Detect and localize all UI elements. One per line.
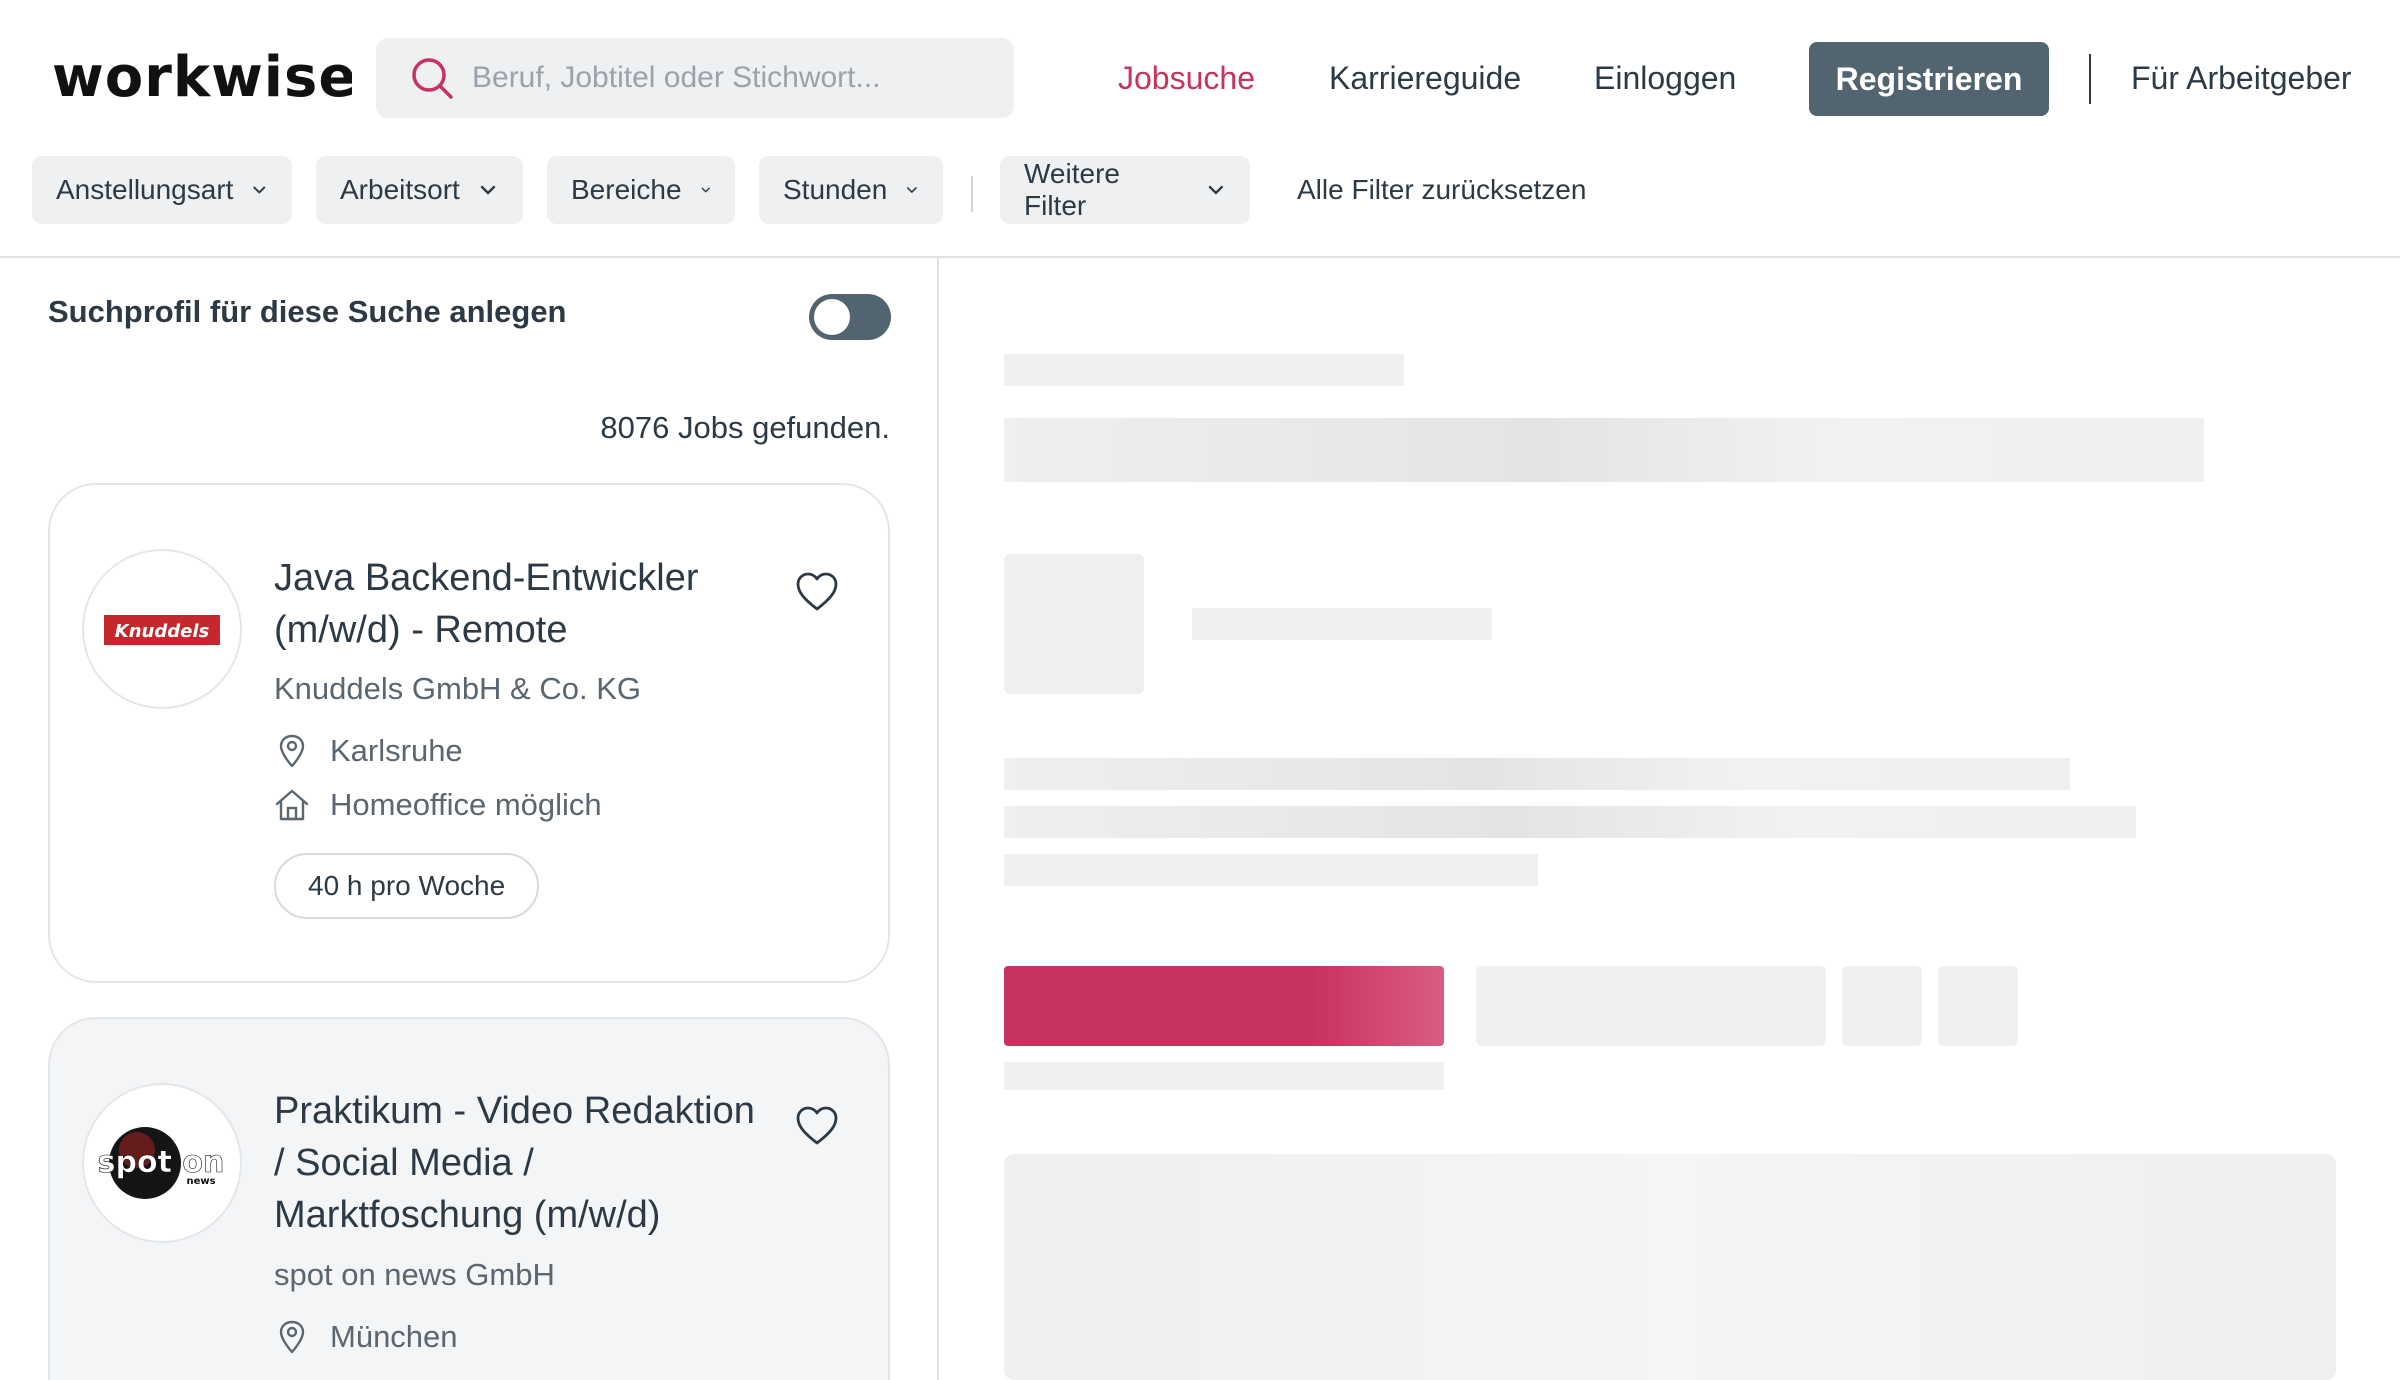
job-location: München: [274, 1319, 458, 1355]
skeleton-title: [1004, 418, 2204, 482]
svg-text:news: news: [186, 1176, 215, 1187]
filter-bereiche[interactable]: Bereiche: [547, 156, 735, 224]
header: workwise Jobsuche Karriereguide Einlogge…: [0, 0, 2400, 224]
skeleton-apply-button: [1004, 966, 1444, 1046]
job-card[interactable]: spot on news Praktikum - Video Redaktion…: [48, 1017, 890, 1380]
skeleton-icon-button: [1842, 966, 1922, 1046]
nav-karriereguide[interactable]: Karriereguide: [1329, 38, 1521, 118]
nav-einloggen[interactable]: Einloggen: [1594, 38, 1736, 118]
svg-text:workwise: workwise: [52, 48, 352, 108]
search-profile-toggle[interactable]: [809, 294, 891, 340]
job-title-line: Java Backend-Entwickler: [274, 557, 699, 599]
filter-divider: [971, 176, 973, 212]
job-title[interactable]: Java Backend-Entwickler (m/w/d) - Remote: [274, 552, 794, 656]
skeleton-line: [1004, 354, 1404, 386]
filter-arbeitsort[interactable]: Arbeitsort: [316, 156, 523, 224]
filter-label: Weitere Filter: [1024, 158, 1120, 221]
panel-divider: [937, 258, 939, 1380]
skeleton-logo: [1004, 554, 1144, 694]
heart-icon[interactable]: [794, 569, 840, 615]
company-logo: spot on news: [82, 1083, 242, 1243]
search-bar[interactable]: [376, 38, 1014, 118]
chevron-down-icon: [701, 187, 710, 193]
job-title-line: Marktfoschung (m/w/d): [274, 1194, 661, 1236]
job-homeoffice: Homeoffice möglich: [274, 787, 602, 823]
skeleton-line: [1004, 758, 2070, 790]
location-text: Karlsruhe: [330, 733, 463, 768]
nav-divider: [2089, 54, 2091, 104]
nav-jobsuche[interactable]: Jobsuche: [1118, 38, 1255, 118]
reset-filters-link[interactable]: Alle Filter zurücksetzen: [1297, 156, 1586, 224]
skeleton-line: [1004, 854, 1538, 886]
job-title-line: / Social Media /: [274, 1142, 534, 1184]
job-location: Karlsruhe: [274, 733, 463, 769]
filter-label: Arbeitsort: [340, 174, 460, 205]
chevron-down-icon: [480, 185, 496, 195]
location-pin-icon: [279, 1320, 305, 1354]
heart-icon[interactable]: [794, 1103, 840, 1149]
company-logo: Knuddels: [82, 549, 242, 709]
location-text: München: [330, 1319, 458, 1354]
company-name: spot on news GmbH: [274, 1257, 555, 1292]
skeleton-button: [1476, 966, 1826, 1046]
filter-label: Stunden: [783, 174, 888, 205]
job-card[interactable]: Knuddels Java Backend-Entwickler (m/w/d)…: [48, 483, 890, 983]
skeleton-icon-button: [1938, 966, 2018, 1046]
filter-anstellungsart[interactable]: Anstellungsart: [32, 156, 292, 224]
jobs-count: 8076 Jobs gefunden.: [600, 410, 890, 445]
search-icon: [412, 58, 453, 99]
job-title-line: (m/w/d) - Remote: [274, 609, 568, 651]
job-title-line: Praktikum - Video Redaktion: [274, 1090, 755, 1132]
svg-text:Knuddels: Knuddels: [115, 621, 210, 642]
register-button[interactable]: Registrieren: [1809, 42, 2049, 116]
location-pin-icon: [279, 734, 305, 768]
search-profile-label: Suchprofil für diese Suche anlegen: [48, 294, 567, 329]
job-title[interactable]: Praktikum - Video Redaktion / Social Med…: [274, 1085, 794, 1241]
spot-on-logo: spot on news: [97, 1127, 225, 1199]
company-name: Knuddels GmbH & Co. KG: [274, 671, 641, 706]
nav-fuer-arbeitgeber[interactable]: Für Arbeitgeber: [2131, 38, 2352, 118]
skeleton-block: [1004, 1154, 2336, 1380]
workwise-logo[interactable]: workwise: [52, 38, 352, 118]
filter-weitere[interactable]: Weitere Filter: [1000, 156, 1250, 224]
toggle-knob: [814, 299, 850, 335]
filter-label: Bereiche: [571, 174, 682, 205]
hours-badge: 40 h pro Woche: [274, 853, 540, 919]
skeleton-line: [1004, 1062, 1444, 1090]
chevron-down-icon: [907, 187, 918, 193]
svg-text:spot on: spot on: [98, 1145, 225, 1180]
workwise-logo-mark: workwise: [52, 48, 352, 108]
chevron-down-icon: [1208, 185, 1224, 195]
skeleton-line: [1192, 608, 1492, 640]
skeleton-line: [1004, 806, 2136, 838]
search-input[interactable]: [472, 61, 992, 95]
chevron-down-icon: [253, 186, 266, 194]
home-icon: [275, 789, 309, 821]
filter-stunden[interactable]: Stunden: [759, 156, 943, 224]
filter-label: Anstellungsart: [56, 174, 234, 205]
homeoffice-text: Homeoffice möglich: [330, 787, 602, 822]
knuddels-logo: Knuddels: [104, 615, 220, 645]
